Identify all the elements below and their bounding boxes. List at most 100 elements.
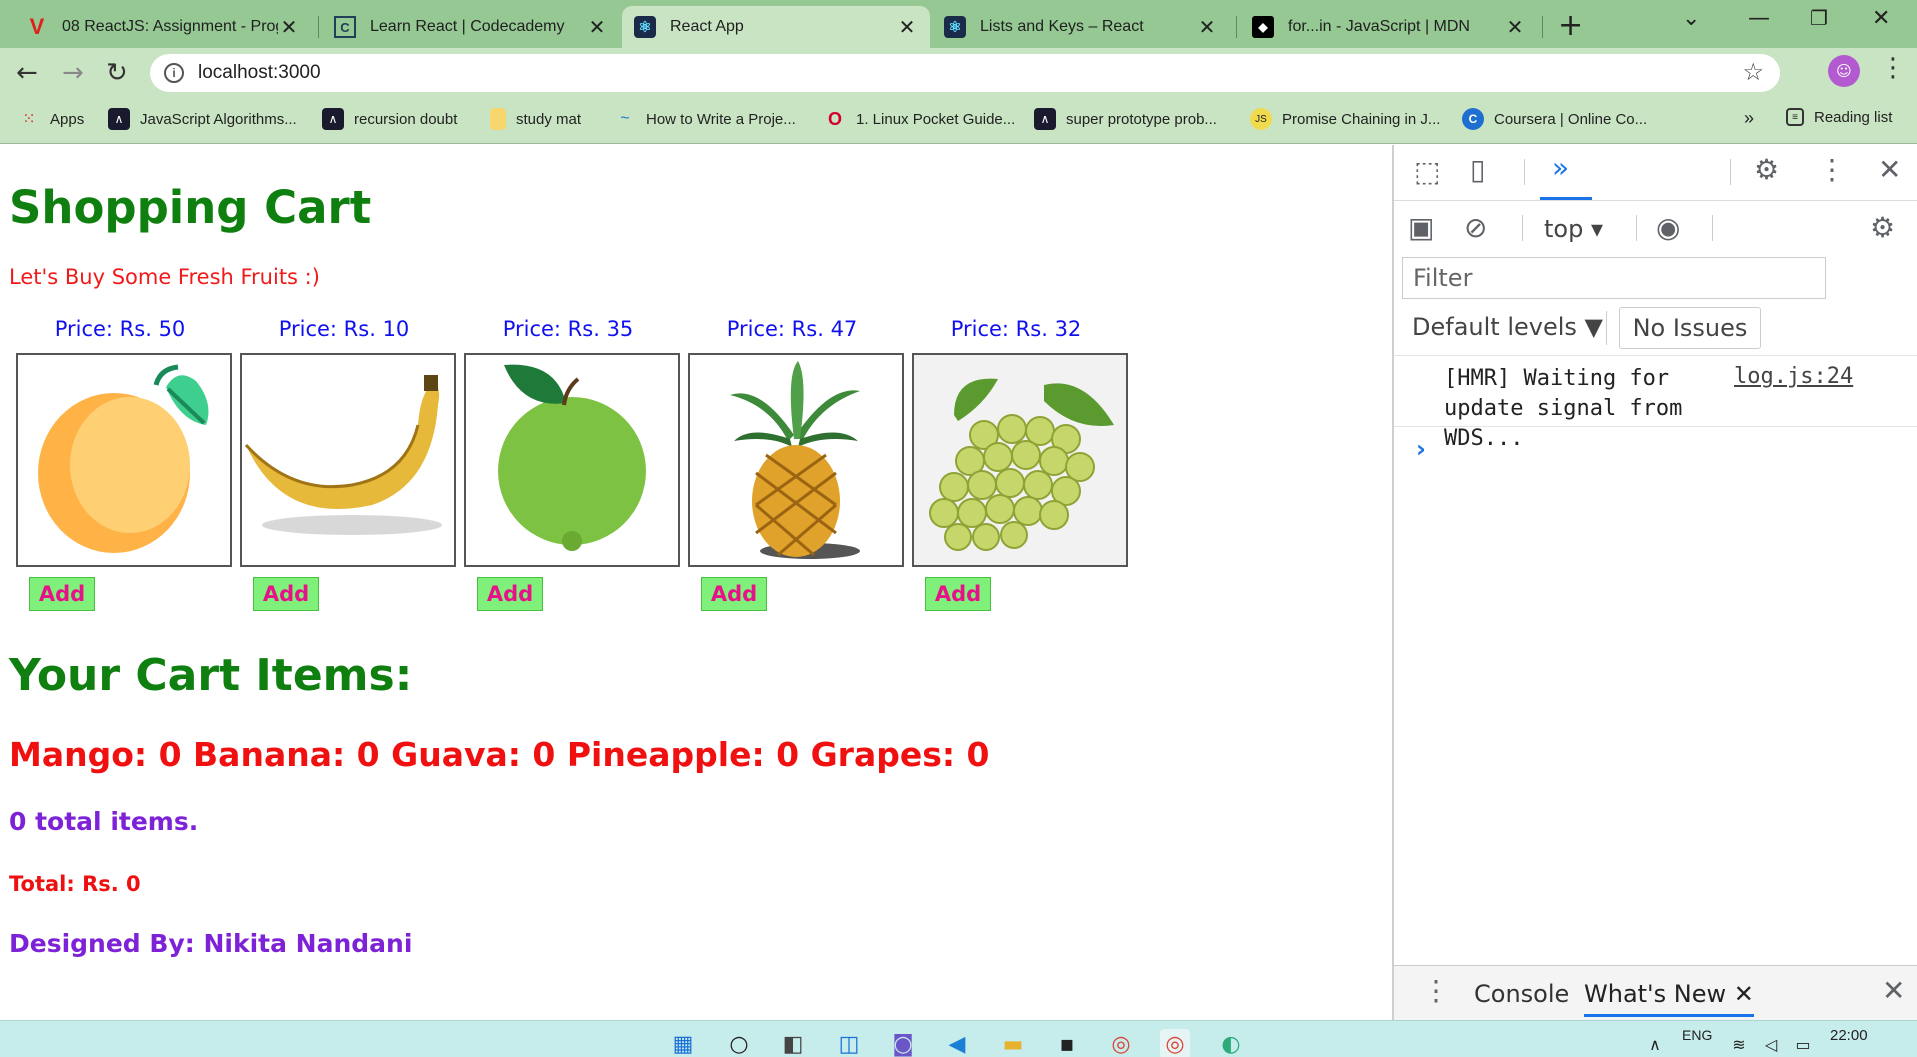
guava-image <box>464 353 680 567</box>
language-indicator[interactable]: ENG <box>1682 1027 1712 1043</box>
windows-start-icon[interactable]: ▦ <box>668 1029 698 1057</box>
add-mango-button[interactable]: Add <box>29 577 95 611</box>
battery-icon[interactable]: ▭ <box>1788 1029 1818 1057</box>
close-tab-icon[interactable]: ✕ <box>1734 980 1754 1008</box>
context-value: top <box>1544 215 1584 243</box>
v-logo-icon: V <box>29 14 45 39</box>
tab-title: Learn React | Codecademy <box>370 18 565 35</box>
close-icon[interactable]: ✕ <box>586 15 608 40</box>
context-selector[interactable]: top ▾ <box>1544 215 1603 243</box>
restore-icon[interactable]: ❐ <box>1810 6 1828 30</box>
close-icon[interactable]: ✕ <box>278 15 300 40</box>
oreilly-icon: O <box>827 108 842 129</box>
console-prompt[interactable]: › <box>1416 435 1426 463</box>
add-guava-button[interactable]: Add <box>477 577 543 611</box>
bookmark-linux-guide[interactable]: O 1. Linux Pocket Guide... <box>824 108 1015 130</box>
task-view-icon[interactable]: ◧ <box>778 1029 808 1057</box>
back-icon[interactable]: ← <box>16 58 38 88</box>
drawer-tab-console[interactable]: Console <box>1474 980 1569 1008</box>
live-expression-eye-icon[interactable]: ◉ <box>1656 211 1680 244</box>
bookmarks-overflow-icon[interactable]: » <box>1744 108 1754 129</box>
bookmark-coursera[interactable]: C Coursera | Online Co... <box>1462 108 1647 130</box>
close-drawer-icon[interactable]: ✕ <box>1882 974 1905 1007</box>
devtools-menu-icon[interactable]: ⋮ <box>1818 153 1846 186</box>
settings-gear-icon[interactable]: ⚙ <box>1754 153 1779 186</box>
search-icon[interactable]: ○ <box>724 1029 754 1057</box>
devtools-main-toolbar: ⬚ ▯ » ⚙ ⋮ ✕ <box>1394 145 1917 201</box>
close-icon[interactable]: ✕ <box>1504 15 1526 40</box>
console-settings-icon[interactable]: ⚙ <box>1870 211 1895 244</box>
close-icon[interactable]: ✕ <box>1196 15 1218 40</box>
reload-icon[interactable]: ↻ <box>106 58 128 88</box>
drawer-tab-whats-new[interactable]: What's New ✕ <box>1584 980 1754 1017</box>
tab-mdn[interactable]: ◆ for...in - JavaScript | MDN ✕ <box>1240 6 1538 48</box>
codewars-icon: ∧ <box>1034 108 1056 130</box>
drawer-menu-icon[interactable]: ⋮ <box>1422 974 1450 1007</box>
bookmark-label: super prototype prob... <box>1066 110 1217 128</box>
browser-menu-icon[interactable]: ⋮ <box>1880 54 1906 82</box>
profile-avatar-icon[interactable]: ☺ <box>1828 55 1860 87</box>
tab-lists-keys[interactable]: ⚛ Lists and Keys – React ✕ <box>932 6 1230 48</box>
wifi-icon[interactable]: ≋ <box>1724 1029 1754 1057</box>
clear-console-icon[interactable]: ⊘ <box>1464 211 1487 244</box>
bookmark-promise-chaining[interactable]: JS Promise Chaining in J... <box>1250 108 1440 130</box>
bird-icon: ~ <box>620 110 630 127</box>
close-devtools-icon[interactable]: ✕ <box>1878 153 1901 186</box>
volume-icon[interactable]: ◁ <box>1756 1029 1786 1057</box>
widgets-icon[interactable]: ◫ <box>834 1029 864 1057</box>
tab-search-icon[interactable]: ⌄ <box>1682 6 1700 31</box>
new-tab-icon[interactable]: + <box>1558 8 1583 43</box>
terminal-icon[interactable]: ▪ <box>1052 1029 1082 1057</box>
codewars-icon: ∧ <box>108 108 130 130</box>
bookmark-recursion-doubt[interactable]: ∧ recursion doubt <box>322 108 457 130</box>
console-filter-input[interactable]: Filter <box>1402 257 1826 299</box>
cart-item-counts: Mango: 0 Banana: 0 Guava: 0 Pineapple: 0… <box>9 735 990 774</box>
vscode-icon[interactable]: ◀ <box>942 1029 972 1057</box>
log-message: [HMR] Waiting for update signal from WDS… <box>1444 366 1683 451</box>
clock[interactable]: 22:00 <box>1830 1027 1868 1044</box>
fruit-card-grapes: Price: Rs. 32 Add <box>908 317 1128 611</box>
bookmark-label: How to Write a Proje... <box>646 110 796 128</box>
bookmark-js-algorithms[interactable]: ∧ JavaScript Algorithms... <box>108 108 297 130</box>
console-log-entry: [HMR] Waiting for update signal from WDS… <box>1394 355 1917 451</box>
teams-chat-icon[interactable]: ◙ <box>888 1029 918 1057</box>
bookmark-star-icon[interactable]: ☆ <box>1742 58 1764 87</box>
bookmark-prototype-prob[interactable]: ∧ super prototype prob... <box>1034 108 1217 130</box>
issues-button[interactable]: No Issues <box>1619 307 1761 349</box>
bookmark-write-project[interactable]: ~ How to Write a Proje... <box>614 108 796 130</box>
add-pineapple-button[interactable]: Add <box>701 577 767 611</box>
add-grapes-button[interactable]: Add <box>925 577 991 611</box>
inspect-element-icon[interactable]: ⬚ <box>1414 155 1440 188</box>
sidebar-toggle-icon[interactable]: ▣ <box>1408 211 1434 244</box>
file-explorer-icon[interactable]: ▬ <box>998 1029 1028 1057</box>
chrome-profile-icon[interactable]: ◎ <box>1160 1029 1190 1057</box>
log-levels-dropdown[interactable]: Default levels ▼ <box>1412 313 1603 341</box>
bookmark-apps[interactable]: ⁙ Apps <box>18 108 84 130</box>
forward-icon[interactable]: → <box>62 58 84 88</box>
designer-credit: Designed By: Nikita Nandani <box>9 929 413 958</box>
fruit-card-pineapple: Price: Rs. 47 Add <box>684 317 904 611</box>
address-bar[interactable]: i localhost:3000 ☆ <box>150 54 1780 92</box>
add-banana-button[interactable]: Add <box>253 577 319 611</box>
reading-list[interactable]: ≡ Reading list <box>1786 108 1892 126</box>
tab-react-app[interactable]: ⚛ React App ✕ <box>622 6 930 48</box>
edge-icon[interactable]: ◐ <box>1216 1029 1246 1057</box>
tab-strip: V 08 ReactJS: Assignment - Progra ✕ C Le… <box>0 0 1917 48</box>
device-toolbar-icon[interactable]: ▯ <box>1470 153 1485 186</box>
log-source-link[interactable]: log.js:24 <box>1734 364 1853 389</box>
url-text[interactable]: localhost:3000 <box>198 62 321 84</box>
tab-codecademy[interactable]: C Learn React | Codecademy ✕ <box>322 6 620 48</box>
tab-assignment[interactable]: V 08 ReactJS: Assignment - Progra ✕ <box>14 6 312 48</box>
window-close-icon[interactable]: ✕ <box>1872 6 1890 31</box>
bookmark-study-mat[interactable]: study mat <box>490 108 581 130</box>
site-info-icon[interactable]: i <box>164 63 184 83</box>
tray-chevron-icon[interactable]: ∧ <box>1640 1029 1670 1057</box>
codewars-icon: ∧ <box>322 108 344 130</box>
bookmark-label: Reading list <box>1814 108 1893 126</box>
close-icon[interactable]: ✕ <box>896 15 918 40</box>
total-price: Total: Rs. 0 <box>9 872 141 896</box>
chrome-icon[interactable]: ◎ <box>1106 1029 1136 1057</box>
more-tabs-icon[interactable]: » <box>1552 151 1569 184</box>
minimize-icon[interactable]: — <box>1748 6 1770 31</box>
tab-title: Lists and Keys – React <box>980 18 1144 35</box>
